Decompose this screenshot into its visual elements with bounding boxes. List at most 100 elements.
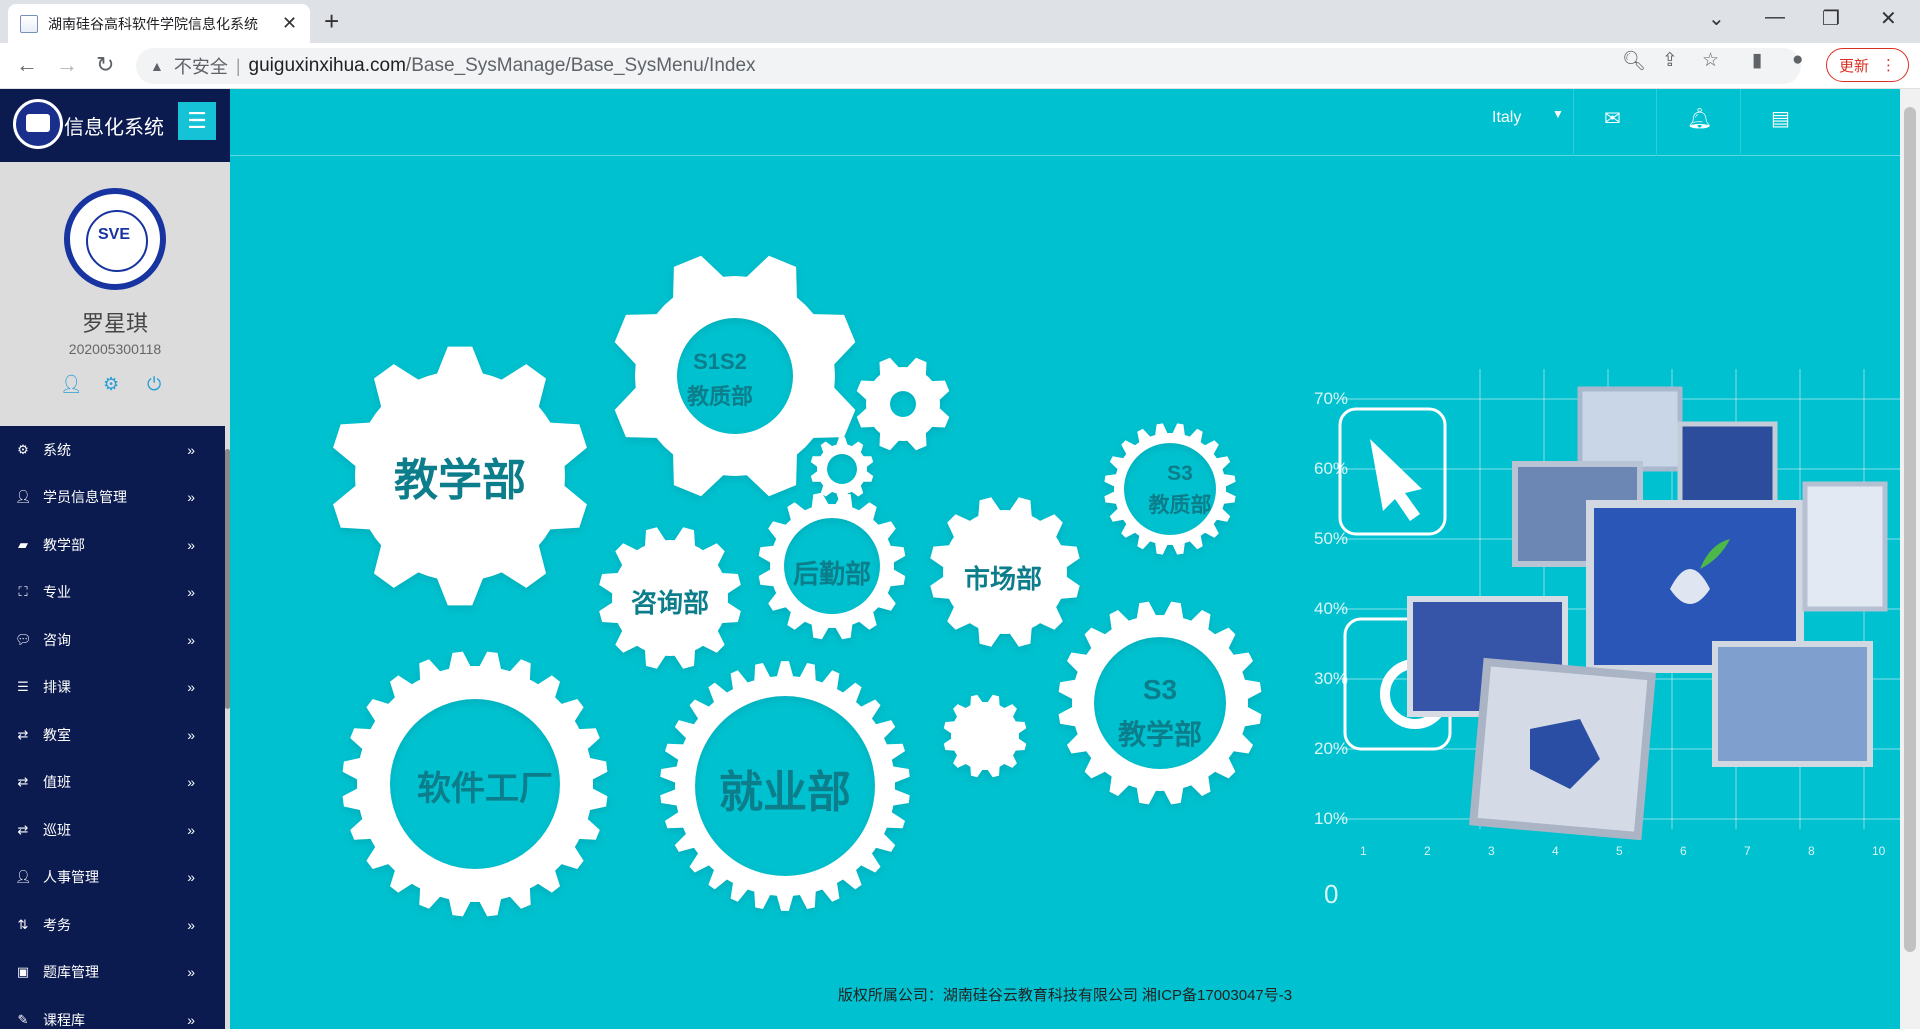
- settings-icon[interactable]: ⚙: [103, 374, 119, 395]
- update-button[interactable]: 更新 ⋮: [1826, 48, 1909, 82]
- double-chevron-right-icon: »: [187, 726, 195, 743]
- profile-icon[interactable]: ●: [1792, 49, 1803, 71]
- sidebar-item[interactable]: ▰ 教学部 »: [0, 521, 225, 569]
- gear-label-s3-jiaozhi-line2: 教质部: [1148, 494, 1212, 517]
- illustration-y-tick: 30%: [1314, 669, 1349, 688]
- illustration-x-tick: 6: [1680, 844, 1687, 858]
- page-scrollbar[interactable]: [1900, 89, 1920, 1029]
- illustration-y-tick: 40%: [1314, 599, 1349, 618]
- tasks-icon[interactable]: ▤: [1771, 106, 1790, 131]
- sidebar-item[interactable]: ⇄ 值班 »: [0, 759, 225, 807]
- sidebar-item-label: 专业: [43, 584, 71, 601]
- page-favicon-icon: [20, 14, 38, 33]
- kebab-menu-icon: ⋮: [1881, 57, 1896, 74]
- warning-icon[interactable]: ▲: [150, 58, 164, 74]
- sidebar-menu: ⚙ 系统» 👤︎ 学员信息管理» ▰ 教学部» ⛶ 专业» 💬︎ 咨询» ☰ 排课» ⇄ 教室» ⇄ 值班» ⇄…: [0, 426, 225, 1029]
- illustration-y-tick: 10%: [1314, 809, 1349, 828]
- gear-label-s3-jiaoxue-line2: 教学部: [1117, 719, 1202, 750]
- navbar-divider: [1656, 89, 1657, 156]
- power-icon[interactable]: ⏻: [147, 374, 161, 395]
- illustration-x-tick: 10: [1872, 844, 1886, 858]
- gear-label-ruanjiangongchang: 软件工厂: [417, 770, 553, 808]
- sidebar-item-label: 咨询: [43, 631, 71, 648]
- double-chevron-right-icon: »: [187, 631, 195, 648]
- gear-label-jiuyebu: 就业部: [719, 768, 851, 817]
- sidebar: 信息化系统 ☰ 罗星琪 202005300118 👤︎ ⚙ ⏻ ⚙ 系统 » 👤︎ 学员…: [0, 89, 230, 1029]
- share-icon[interactable]: ⇪: [1662, 49, 1678, 72]
- sidebar-item[interactable]: ▣ 题库管理 »: [0, 949, 225, 997]
- gear-label-s1s2-line2: 教质部: [686, 384, 753, 409]
- user-profile: 罗星琪 202005300118 👤︎ ⚙ ⏻: [0, 162, 230, 426]
- close-tab-icon[interactable]: ✕: [282, 13, 297, 34]
- user-name: 罗星琪: [81, 311, 148, 336]
- language-select[interactable]: Italy: [1492, 109, 1521, 127]
- double-chevron-right-icon: »: [187, 964, 195, 981]
- tech-illustration: 70% 60% 50% 40% 30% 20% 10% 0 1 2 3 4 5 6 7 8 10: [1300, 289, 1900, 909]
- forward-icon[interactable]: →: [56, 52, 78, 78]
- browser-tab-bar: 湖南硅谷高科软件学院信息化系统 ✕ + ⌄ — ❐ ✕: [0, 0, 1920, 43]
- gear-label-s3-jiaoxue-line1: S3: [1142, 674, 1178, 705]
- brand-title: 信息化系统: [64, 117, 164, 139]
- gear-icon: ⚙: [17, 441, 29, 457]
- illustration-x-tick: 4: [1552, 844, 1559, 858]
- gear-label-jiaoxuebu: 教学部: [394, 456, 526, 505]
- top-navbar: Italy ▼ ✉ 🔔︎ ▤: [230, 89, 1900, 156]
- illustration-x-tick: 3: [1488, 844, 1495, 858]
- envelope-icon[interactable]: ✉: [1604, 106, 1621, 131]
- reload-icon[interactable]: ↻: [96, 52, 114, 78]
- double-chevron-right-icon: »: [187, 679, 195, 696]
- sidebar-item[interactable]: ⇅ 考务 »: [0, 901, 225, 949]
- minimize-icon[interactable]: —: [1765, 6, 1785, 29]
- sidebar-item-label: 排课: [43, 679, 71, 696]
- zoom-icon[interactable]: 🔍︎: [1622, 49, 1646, 73]
- retweet-icon: ⇄: [17, 821, 29, 837]
- illustration-x-tick: 2: [1424, 844, 1431, 858]
- double-chevron-right-icon: »: [187, 441, 195, 458]
- window-close-icon[interactable]: ✕: [1880, 6, 1897, 31]
- avatar: [64, 188, 166, 290]
- back-icon[interactable]: ←: [16, 52, 38, 78]
- url-field[interactable]: ▲ 不安全 | guiguxinxihua.com /Base_SysManag…: [136, 48, 1801, 84]
- double-chevron-right-icon: »: [187, 1011, 195, 1028]
- sort-numeric-icon: ⇅: [17, 916, 29, 932]
- list-icon: ☰: [17, 679, 29, 695]
- sidebar-item[interactable]: 👤︎ 学员信息管理 »: [0, 474, 225, 522]
- edit-icon: ✎: [17, 1011, 29, 1027]
- app-root: 信息化系统 ☰ 罗星琪 202005300118 👤︎ ⚙ ⏻ ⚙ 系统 » 👤︎ 学员…: [0, 89, 1920, 1029]
- tab-search-icon[interactable]: ⌄: [1708, 6, 1725, 31]
- sidebar-item[interactable]: ⇄ 教室 »: [0, 711, 225, 759]
- url-path: /Base_SysManage/Base_SysMenu/Index: [405, 55, 756, 76]
- gear-label-zixunbu: 咨询部: [630, 588, 709, 618]
- main-content: Italy ▼ ✉ 🔔︎ ▤ 教学部 S1S2 教质部 S3 教质部 咨询部 后…: [230, 89, 1900, 1029]
- sidebar-item-label: 教室: [43, 726, 71, 743]
- sidebar-item-label: 巡班: [43, 821, 71, 838]
- sitemap-icon: ⛶: [18, 584, 28, 600]
- caret-down-icon[interactable]: ▼: [1552, 107, 1564, 121]
- menu-toggle-icon[interactable]: ☰: [178, 102, 216, 140]
- restore-icon[interactable]: ❐: [1822, 6, 1840, 31]
- sidebar-item[interactable]: ✎ 课程库 »: [0, 996, 225, 1029]
- comments-icon: 💬︎: [15, 631, 32, 647]
- user-profile-icon[interactable]: 👤︎: [60, 374, 83, 395]
- sidebar-item-label: 学员信息管理: [43, 489, 127, 506]
- sidebar-item[interactable]: ⛶ 专业 »: [0, 569, 225, 617]
- illustration-x-tick: 7: [1744, 844, 1751, 858]
- double-chevron-right-icon: »: [187, 869, 195, 886]
- illustration-y-tick: 0: [1324, 879, 1339, 909]
- gear-small-1: [856, 357, 950, 451]
- double-chevron-right-icon: »: [187, 536, 195, 553]
- sidebar-item[interactable]: ⚙ 系统 »: [0, 426, 225, 474]
- sidebar-item[interactable]: ⇄ 巡班 »: [0, 806, 225, 854]
- side-panel-icon[interactable]: ▮: [1752, 49, 1762, 72]
- browser-tab[interactable]: 湖南硅谷高科软件学院信息化系统 ✕: [8, 4, 310, 43]
- sidebar-item[interactable]: 💬︎ 咨询 »: [0, 616, 225, 664]
- new-tab-button[interactable]: +: [324, 6, 339, 37]
- sidebar-item[interactable]: ☰ 排课 »: [0, 664, 225, 712]
- gear-label-s3-jiaozhi-line1: S3: [1167, 462, 1193, 485]
- url-host: guiguxinxihua.com: [248, 55, 406, 76]
- sidebar-item[interactable]: 👤︎ 人事管理 »: [0, 854, 225, 902]
- bookmark-star-icon[interactable]: ☆: [1702, 49, 1719, 72]
- double-chevron-right-icon: »: [187, 584, 195, 601]
- scrollbar-thumb[interactable]: [1904, 107, 1916, 952]
- bell-icon[interactable]: 🔔︎: [1687, 106, 1712, 131]
